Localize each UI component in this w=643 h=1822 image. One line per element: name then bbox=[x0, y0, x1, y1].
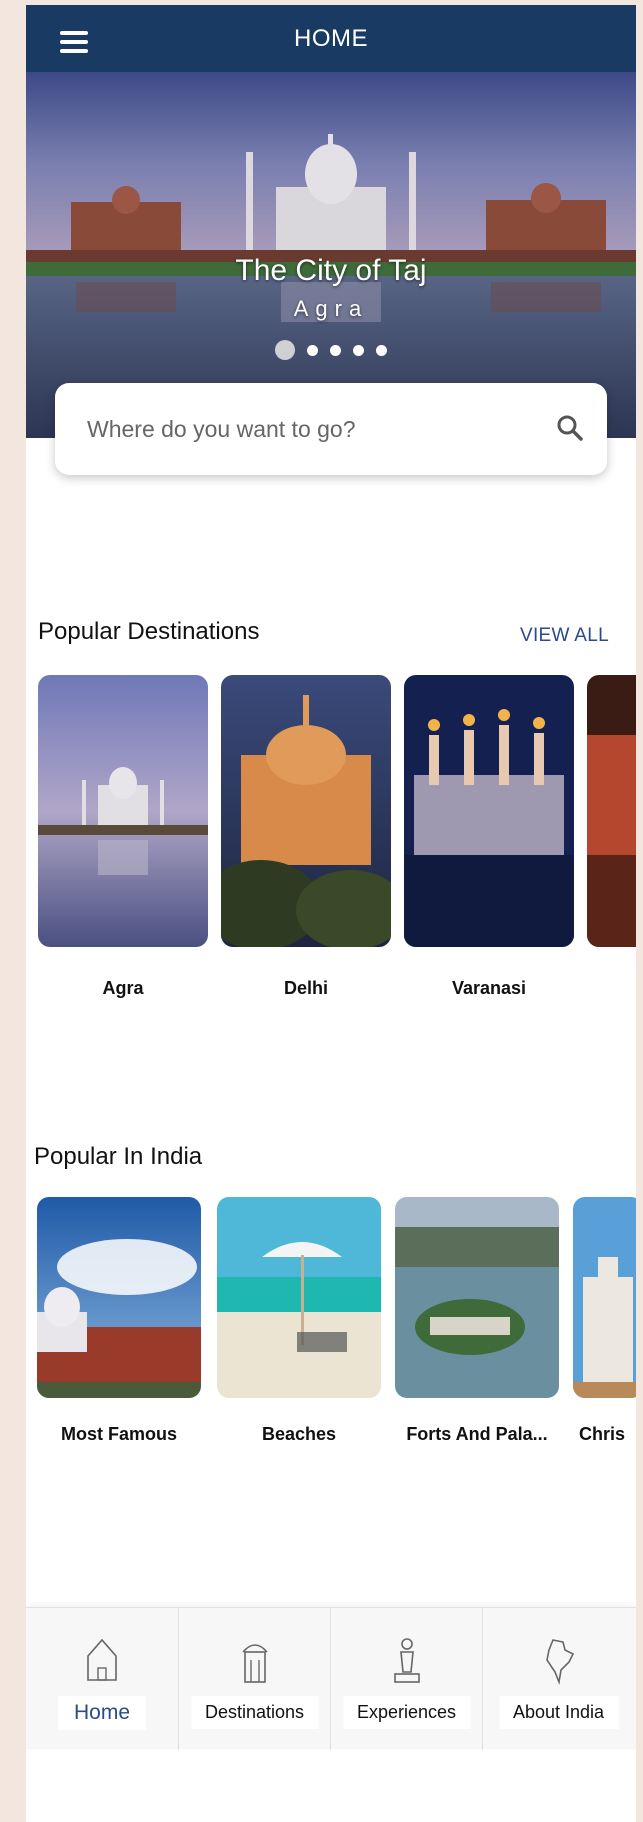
category-card-forts-and-palaces[interactable]: Forts And Pala... bbox=[395, 1197, 559, 1457]
destination-image bbox=[38, 675, 208, 947]
category-card-partial[interactable]: Chris bbox=[573, 1197, 636, 1457]
destination-label: Agra bbox=[102, 978, 144, 998]
nav-item-about-india[interactable]: About India bbox=[482, 1608, 634, 1750]
nav-label-about-india: About India bbox=[498, 1696, 619, 1729]
destination-label: Varanasi bbox=[451, 978, 527, 998]
category-card-most-famous[interactable]: Most Famous bbox=[37, 1197, 201, 1457]
popular-destinations-title: Popular Destinations bbox=[38, 618, 260, 645]
view-all-link[interactable]: VIEW ALL bbox=[520, 625, 609, 647]
category-image bbox=[573, 1197, 636, 1398]
home-icon bbox=[87, 1638, 117, 1681]
carousel-dot[interactable] bbox=[353, 344, 364, 356]
destination-label: Delhi bbox=[283, 978, 328, 998]
destination-card-varanasi[interactable]: Varanasi bbox=[404, 675, 574, 1005]
nav-label-destinations: Destinations bbox=[190, 1696, 319, 1729]
search-icon[interactable] bbox=[555, 413, 585, 443]
carousel-indicator bbox=[26, 340, 636, 360]
category-label: Chris bbox=[579, 1424, 626, 1444]
nav-label-experiences: Experiences bbox=[342, 1696, 471, 1729]
carousel-dot[interactable] bbox=[330, 344, 341, 356]
hero-subtitle: Agra bbox=[293, 296, 369, 321]
nav-label-home: Home bbox=[57, 1696, 147, 1730]
app-screen: HOME The City of Taj Agra Where do you w… bbox=[26, 5, 636, 1822]
monument-icon bbox=[241, 1644, 268, 1683]
destination-image bbox=[404, 675, 574, 947]
destination-card-partial[interactable] bbox=[587, 675, 636, 1005]
page-title: HOME bbox=[294, 25, 368, 52]
statue-icon bbox=[393, 1638, 420, 1683]
india-map-icon bbox=[545, 1639, 574, 1685]
top-app-bar: HOME bbox=[26, 5, 636, 72]
search-input[interactable] bbox=[87, 409, 527, 449]
destination-card-agra[interactable]: Agra bbox=[38, 675, 208, 1005]
search-bar bbox=[55, 383, 607, 475]
bottom-navigation: Home Destinations Experiences About Indi… bbox=[26, 1607, 636, 1750]
category-image bbox=[37, 1197, 201, 1398]
category-image bbox=[217, 1197, 381, 1398]
destination-image bbox=[587, 675, 636, 947]
popular-in-india-title: Popular In India bbox=[34, 1143, 203, 1170]
carousel-dot[interactable] bbox=[376, 344, 387, 356]
category-card-beaches[interactable]: Beaches bbox=[217, 1197, 381, 1457]
nav-item-destinations[interactable]: Destinations bbox=[178, 1608, 330, 1750]
hero-title: The City of Taj bbox=[235, 254, 427, 287]
carousel-dot[interactable] bbox=[275, 340, 295, 360]
nav-item-experiences[interactable]: Experiences bbox=[330, 1608, 482, 1750]
destination-card-delhi[interactable]: Delhi bbox=[221, 675, 391, 1005]
destination-image bbox=[221, 675, 391, 947]
category-image bbox=[395, 1197, 559, 1398]
category-label: Forts And Pala... bbox=[406, 1424, 548, 1444]
carousel-dot[interactable] bbox=[307, 344, 318, 356]
nav-item-home[interactable]: Home bbox=[26, 1608, 178, 1750]
category-label: Beaches bbox=[261, 1424, 337, 1444]
category-label: Most Famous bbox=[60, 1424, 177, 1444]
